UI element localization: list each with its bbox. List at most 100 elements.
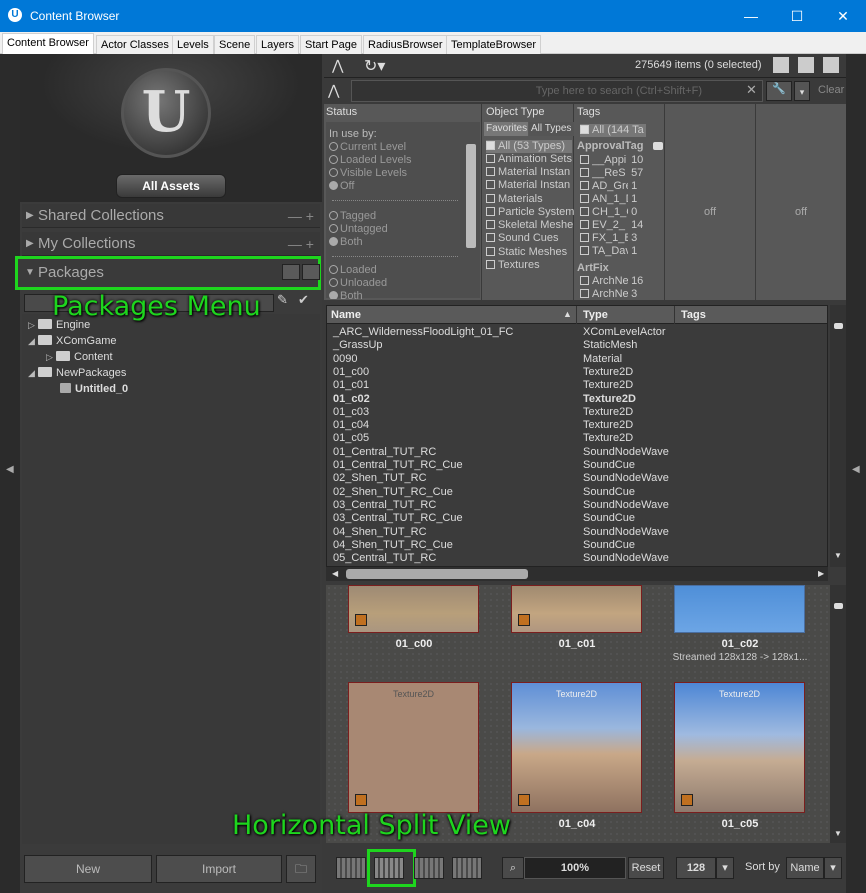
expand-icon[interactable]: ▷ [46, 349, 56, 365]
tags-scrollbar[interactable] [653, 142, 663, 150]
left-collapse-bar[interactable]: ◀ [0, 54, 20, 893]
tag-item[interactable]: EV_2_ 14 [580, 219, 643, 232]
expand-icon[interactable]: ▷ [28, 317, 38, 333]
tab-template-browser[interactable]: TemplateBrowser [446, 35, 541, 54]
thumbnail-size-select[interactable]: 128 [676, 857, 716, 879]
list-view-icon[interactable] [302, 264, 320, 280]
tree-item-untitled[interactable]: Untitled_0 [60, 381, 128, 397]
tree-item-content[interactable]: ▷ Content [46, 349, 113, 365]
tree-item-newpackages[interactable]: ◢ NewPackages [28, 365, 126, 381]
wrench-icon[interactable]: 🔧 [766, 81, 792, 101]
radio-loaded-levels[interactable]: Loaded Levels [329, 154, 412, 167]
thumbnail-only-view-icon[interactable] [452, 857, 482, 879]
table-row[interactable]: 04_Shen_TUT_RC SoundNodeWave [327, 526, 827, 539]
type-all[interactable]: All (53 Types) [486, 140, 572, 153]
add-collection-icon[interactable]: — + [288, 232, 314, 256]
packages-header[interactable]: ▼ Packages [15, 256, 321, 290]
table-row[interactable]: 01_c05 Texture2D [327, 432, 827, 445]
type-sound-cues[interactable]: Sound Cues [486, 232, 574, 245]
table-row[interactable]: 03_Central_TUT_RC SoundNodeWave [327, 499, 827, 512]
tag-item[interactable]: ArchNe 16 [580, 275, 643, 288]
type-particle-system[interactable]: Particle System [486, 206, 574, 219]
table-row[interactable]: 0090 Material [327, 353, 827, 366]
status-scrollbar[interactable] [466, 144, 476, 248]
vertical-split-view-icon[interactable] [414, 857, 444, 879]
tree-item-xcomgame[interactable]: ◢ XComGame [28, 333, 117, 349]
tag-item[interactable]: FX_1_B 3 [580, 232, 637, 245]
type-material-instance-1[interactable]: Material Instan [486, 166, 574, 179]
tag-item[interactable]: AN_1_D 1 [580, 193, 637, 206]
radio-visible-levels[interactable]: Visible Levels [329, 167, 407, 180]
radio-both[interactable]: Both [329, 236, 363, 249]
open-folder-button[interactable]: 🗀 [286, 855, 316, 883]
table-row[interactable]: 03_Central_TUT_RC_Cue SoundCue [327, 512, 827, 525]
type-material-instance-2[interactable]: Material Instan [486, 179, 574, 192]
minimize-button[interactable]: — [728, 0, 774, 32]
check-icon[interactable]: ✔ [298, 292, 309, 308]
type-textures[interactable]: Textures [486, 259, 574, 272]
collapse-up-icon[interactable]: ⋀ [332, 57, 343, 74]
collapse-filters-icon[interactable]: ⋀ [328, 82, 339, 99]
tag-item[interactable]: ArchNe 3 [580, 288, 637, 299]
tab-content-browser[interactable]: Content Browser [2, 33, 94, 54]
table-row[interactable]: 01_Central_TUT_RC_Cue SoundCue [327, 459, 827, 472]
tab-all-types[interactable]: All Types [529, 122, 574, 136]
tab-radius-browser[interactable]: RadiusBrowser [363, 35, 448, 54]
tab-levels[interactable]: Levels [172, 35, 214, 54]
table-row[interactable]: 02_Shen_TUT_RC_Cue SoundCue [327, 486, 827, 499]
radio-tagged[interactable]: Tagged [329, 210, 376, 223]
close-button[interactable]: ✕ [820, 0, 866, 32]
table-row[interactable]: 02_Shen_TUT_RC SoundNodeWave [327, 472, 827, 485]
clear-search-icon[interactable]: ✕ [746, 82, 757, 98]
tag-item[interactable]: AD_Gre 1 [580, 180, 637, 193]
type-skeletal-meshes[interactable]: Skeletal Meshe [486, 219, 574, 232]
scroll-down-icon[interactable]: ▼ [834, 829, 842, 838]
tab-start-page[interactable]: Start Page [300, 35, 362, 54]
reset-button[interactable]: Reset [628, 857, 664, 879]
table-row[interactable]: 01_c00 Texture2D [327, 366, 827, 379]
grid-icon[interactable] [773, 57, 789, 73]
tab-layers[interactable]: Layers [256, 35, 300, 54]
list-horizontal-scrollbar[interactable]: ◀ ▶ [326, 567, 828, 581]
dropdown-icon[interactable]: ▾ [794, 81, 810, 101]
column-type[interactable]: Type [579, 306, 675, 324]
shared-collections-header[interactable]: ▶ Shared Collections — + [22, 204, 320, 228]
new-button[interactable]: New [24, 855, 152, 883]
dock-icon[interactable] [823, 57, 839, 73]
size-dropdown-icon[interactable]: ▾ [716, 857, 734, 879]
tag-item[interactable]: CH_1_C 0 [580, 206, 637, 219]
table-row[interactable]: _ARC_WildernessFloodLight_01_FC XComLevel… [327, 326, 827, 339]
table-row[interactable]: 01_c02 Texture2D [327, 393, 827, 406]
history-icon[interactable]: ↻▾ [364, 56, 385, 76]
scroll-left-icon[interactable]: ◀ [332, 569, 338, 578]
radio-untagged[interactable]: Untagged [329, 223, 388, 236]
thumb-vertical-scrollbar[interactable]: ▼ [830, 585, 846, 843]
list-only-view-icon[interactable] [336, 857, 366, 879]
radio-unloaded[interactable]: Unloaded [329, 277, 387, 290]
tree-view-icon[interactable] [282, 264, 300, 280]
thumbnail-01-c04[interactable]: Texture2D [511, 682, 642, 813]
radio-both-loaded[interactable]: Both [329, 290, 363, 299]
scroll-thumb[interactable] [346, 569, 528, 579]
tab-actor-classes[interactable]: Actor Classes [96, 35, 174, 54]
tab-scene[interactable]: Scene [214, 35, 256, 54]
table-row[interactable]: 01_c01 Texture2D [327, 379, 827, 392]
list-vertical-scrollbar[interactable]: ▼ [830, 305, 846, 567]
radio-loaded[interactable]: Loaded [329, 264, 377, 277]
type-animation-sets[interactable]: Animation Sets [486, 153, 574, 166]
tag-item[interactable]: TA_Dav 1 [580, 245, 637, 258]
right-collapse-bar[interactable]: ◀ [846, 54, 866, 893]
table-row[interactable]: _GrassUp StaticMesh [327, 339, 827, 352]
zoom-field[interactable]: 100% [524, 857, 626, 879]
collapse-icon[interactable]: ◢ [28, 365, 38, 381]
tag-all[interactable]: All (144 Ta [580, 124, 646, 137]
radio-current-level[interactable]: Current Level [329, 141, 406, 154]
column-name[interactable]: Name [327, 306, 577, 324]
all-assets-button[interactable]: All Assets [116, 174, 226, 198]
sort-dropdown-icon[interactable]: ▾ [824, 857, 842, 879]
import-button[interactable]: Import [156, 855, 282, 883]
thumbnail-01-c02[interactable] [674, 585, 805, 633]
add-collection-icon[interactable]: — + [288, 204, 314, 228]
table-row[interactable]: 01_Central_TUT_RC SoundNodeWave [327, 446, 827, 459]
thumbnail-01-c05[interactable]: Texture2D [674, 682, 805, 813]
